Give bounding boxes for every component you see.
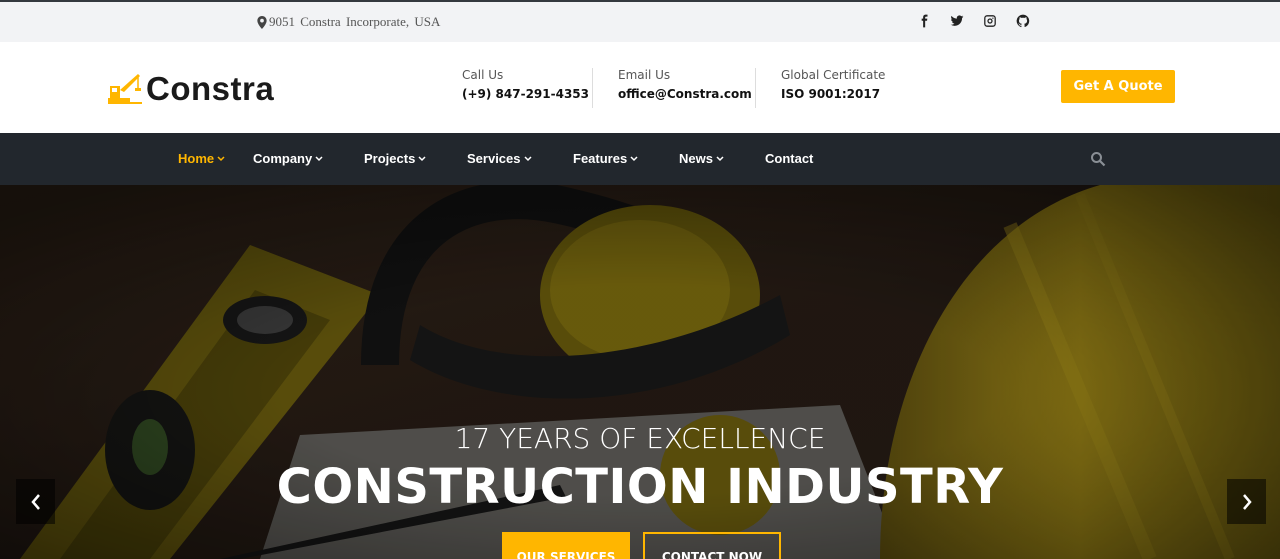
- instagram-icon[interactable]: [982, 12, 997, 30]
- nav-item-label: Features: [573, 151, 628, 166]
- slider-next-button[interactable]: [1227, 479, 1266, 524]
- nav-item-features[interactable]: Features: [573, 151, 638, 166]
- chevron-down-icon: [217, 155, 225, 161]
- address: 9051 Constra Incorporate, USA: [257, 14, 440, 30]
- hero-slider: 17 YEARS OF EXCELLENCE CONSTRUCTION INDU…: [0, 185, 1280, 559]
- nav-item-label: News: [679, 151, 713, 166]
- phone-number[interactable]: (+9) 847-291-4353: [462, 87, 589, 101]
- call-us-block: Call Us (+9) 847-291-4353: [462, 68, 589, 108]
- chevron-down-icon: [630, 155, 638, 161]
- social-links: [916, 12, 1030, 30]
- hero-title: CONSTRUCTION INDUSTRY: [276, 459, 1004, 515]
- main-nav: Home Company Projects Services Features …: [0, 133, 1280, 185]
- nav-item-services[interactable]: Services: [467, 151, 532, 166]
- chevron-down-icon: [523, 155, 532, 161]
- nav-item-label: Projects: [364, 151, 416, 166]
- nav-item-home[interactable]: Home: [178, 151, 225, 166]
- certificate-block: Global Certificate ISO 9001:2017: [755, 68, 885, 108]
- chevron-down-icon: [716, 155, 724, 161]
- github-icon[interactable]: [1015, 12, 1030, 30]
- search-icon[interactable]: [1090, 151, 1106, 167]
- site-header: Constra Call Us (+9) 847-291-4353 Email …: [0, 42, 1280, 133]
- nav-item-company[interactable]: Company: [253, 151, 323, 166]
- nav-item-label: Company: [253, 151, 313, 166]
- nav-item-label: Home: [178, 151, 215, 166]
- certificate-label: Global Certificate: [781, 68, 886, 82]
- get-a-quote-button[interactable]: Get A Quote: [1061, 70, 1175, 103]
- call-us-label: Call Us: [462, 68, 504, 82]
- chevron-right-icon: [1242, 493, 1252, 510]
- logo[interactable]: Constra: [108, 70, 274, 108]
- logo-text: Constra: [146, 70, 275, 107]
- email-address[interactable]: office@Constra.com: [618, 87, 752, 101]
- chevron-down-icon: [418, 155, 426, 161]
- crane-logo-icon: [108, 74, 142, 104]
- map-marker-icon: [257, 15, 267, 29]
- hero-subtitle: 17 YEARS OF EXCELLENCE: [454, 422, 826, 455]
- chevron-down-icon: [315, 155, 323, 161]
- nav-item-contact[interactable]: Contact: [765, 151, 813, 166]
- email-us-label: Email Us: [618, 68, 671, 82]
- nav-item-projects[interactable]: Projects: [364, 151, 426, 166]
- twitter-icon[interactable]: [949, 12, 964, 30]
- nav-item-label: Contact: [765, 151, 814, 166]
- email-us-block: Email Us office@Constra.com: [592, 68, 752, 108]
- slider-prev-button[interactable]: [16, 479, 55, 524]
- our-services-button[interactable]: OUR SERVICES: [502, 532, 630, 559]
- address-text: 9051 Constra Incorporate, USA: [269, 14, 441, 29]
- certificate-value: ISO 9001:2017: [781, 87, 881, 101]
- nav-item-news[interactable]: News: [679, 151, 724, 166]
- facebook-icon[interactable]: [916, 12, 931, 30]
- nav-item-label: Services: [467, 151, 521, 166]
- contact-now-button[interactable]: CONTACT NOW: [643, 532, 781, 559]
- chevron-left-icon: [30, 493, 40, 510]
- top-bar: 9051 Constra Incorporate, USA: [0, 0, 1280, 42]
